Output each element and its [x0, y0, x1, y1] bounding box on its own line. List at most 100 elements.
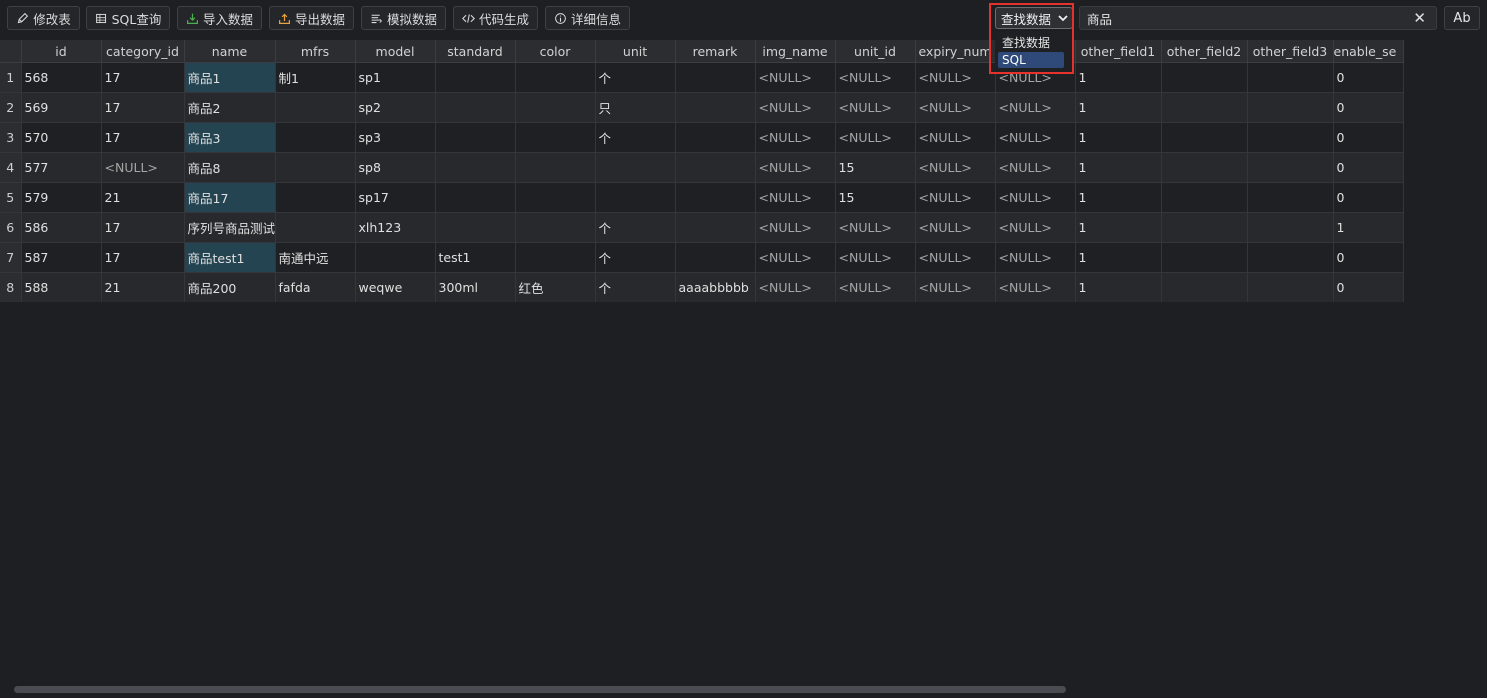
cell-img-name[interactable]: <NULL>: [755, 152, 836, 183]
cell-category-id[interactable]: <NULL>: [101, 152, 185, 183]
cell-enabled[interactable]: <NULL>: [995, 92, 1076, 123]
cell-enable-se[interactable]: 0: [1333, 242, 1404, 273]
row-number[interactable]: 5: [0, 182, 22, 213]
cell-standard[interactable]: [435, 62, 516, 93]
cell-other-field3[interactable]: [1247, 272, 1334, 302]
dropdown-option-sql[interactable]: SQL: [998, 52, 1064, 68]
cell-unit-id[interactable]: <NULL>: [835, 212, 916, 243]
cell-enabled[interactable]: <NULL>: [995, 122, 1076, 153]
row-number[interactable]: 8: [0, 272, 22, 302]
cell-other-field1[interactable]: 1: [1075, 152, 1162, 183]
cell-other-field3[interactable]: [1247, 182, 1334, 213]
cell-color[interactable]: 红色: [515, 272, 596, 302]
cell-remark[interactable]: [675, 92, 756, 123]
column-header-model[interactable]: model: [355, 40, 436, 63]
cell-other-field3[interactable]: [1247, 242, 1334, 273]
cell-id[interactable]: 579: [21, 182, 102, 213]
table-row[interactable]: 2 569 17 商品2 sp2 只 <NULL> <NULL> <NULL> <NULL> 1 0: [0, 92, 1404, 123]
column-header-expiry-num[interactable]: expiry_num: [915, 40, 996, 63]
cell-unit[interactable]: 个: [595, 212, 676, 243]
cell-enable-se[interactable]: 0: [1333, 122, 1404, 153]
cell-expiry-num[interactable]: <NULL>: [915, 272, 996, 302]
cell-unit-id[interactable]: <NULL>: [835, 62, 916, 93]
cell-other-field2[interactable]: [1161, 212, 1248, 243]
cell-expiry-num[interactable]: <NULL>: [915, 62, 996, 93]
cell-img-name[interactable]: <NULL>: [755, 242, 836, 273]
cell-expiry-num[interactable]: <NULL>: [915, 212, 996, 243]
cell-category-id[interactable]: 17: [101, 212, 185, 243]
cell-name[interactable]: 商品3: [184, 122, 276, 153]
cell-img-name[interactable]: <NULL>: [755, 182, 836, 213]
cell-remark[interactable]: [675, 212, 756, 243]
cell-img-name[interactable]: <NULL>: [755, 62, 836, 93]
column-header-name[interactable]: name: [184, 40, 276, 63]
search-mode-select[interactable]: 查找数据: [995, 7, 1073, 29]
table-row[interactable]: 6 586 17 序列号商品测试 xlh123 个 <NULL> <NULL> <NULL> <N…: [0, 212, 1404, 243]
scrollbar-thumb[interactable]: [14, 686, 1066, 693]
column-header-img-name[interactable]: img_name: [755, 40, 836, 63]
cell-other-field1[interactable]: 1: [1075, 272, 1162, 302]
cell-remark[interactable]: [675, 62, 756, 93]
cell-unit-id[interactable]: <NULL>: [835, 92, 916, 123]
table-row[interactable]: 1 568 17 商品1 制1 sp1 个 <NULL> <NULL> <NULL> <NULL> 1…: [0, 62, 1404, 93]
column-header-other-field3[interactable]: other_field3: [1247, 40, 1334, 63]
cell-unit[interactable]: 个: [595, 122, 676, 153]
cell-enabled[interactable]: <NULL>: [995, 272, 1076, 302]
column-header-id[interactable]: id: [21, 40, 102, 63]
cell-standard[interactable]: [435, 212, 516, 243]
cell-category-id[interactable]: 17: [101, 242, 185, 273]
column-header-unit[interactable]: unit: [595, 40, 676, 63]
cell-other-field1[interactable]: 1: [1075, 122, 1162, 153]
cell-unit[interactable]: [595, 152, 676, 183]
cell-mfrs[interactable]: 南通中远: [275, 242, 356, 273]
cell-other-field2[interactable]: [1161, 122, 1248, 153]
column-header-unit-id[interactable]: unit_id: [835, 40, 916, 63]
cell-name[interactable]: 序列号商品测试: [184, 212, 276, 243]
cell-category-id[interactable]: 17: [101, 92, 185, 123]
cell-enable-se[interactable]: 1: [1333, 212, 1404, 243]
row-number[interactable]: 4: [0, 152, 22, 183]
cell-remark[interactable]: [675, 152, 756, 183]
cell-other-field3[interactable]: [1247, 92, 1334, 123]
cell-name[interactable]: 商品200: [184, 272, 276, 302]
cell-unit-id[interactable]: 15: [835, 182, 916, 213]
cell-name[interactable]: 商品8: [184, 152, 276, 183]
cell-category-id[interactable]: 17: [101, 122, 185, 153]
cell-model[interactable]: sp1: [355, 62, 436, 93]
data-grid[interactable]: id category_id name mfrs model standard color u…: [0, 40, 1487, 302]
row-number[interactable]: 6: [0, 212, 22, 243]
row-number[interactable]: 7: [0, 242, 22, 273]
cell-color[interactable]: [515, 242, 596, 273]
cell-img-name[interactable]: <NULL>: [755, 272, 836, 302]
cell-color[interactable]: [515, 152, 596, 183]
cell-enabled[interactable]: <NULL>: [995, 182, 1076, 213]
cell-unit[interactable]: 只: [595, 92, 676, 123]
export-data-button[interactable]: 导出数据: [269, 6, 354, 30]
cell-expiry-num[interactable]: <NULL>: [915, 152, 996, 183]
cell-standard[interactable]: [435, 182, 516, 213]
row-number[interactable]: 2: [0, 92, 22, 123]
cell-other-field3[interactable]: [1247, 62, 1334, 93]
cell-other-field1[interactable]: 1: [1075, 182, 1162, 213]
cell-remark[interactable]: [675, 122, 756, 153]
cell-model[interactable]: sp3: [355, 122, 436, 153]
cell-standard[interactable]: 300ml: [435, 272, 516, 302]
column-header-category-id[interactable]: category_id: [101, 40, 185, 63]
table-row[interactable]: 7 587 17 商品test1 南通中远 test1 个 <NULL> <NULL> <NULL…: [0, 242, 1404, 273]
cell-expiry-num[interactable]: <NULL>: [915, 242, 996, 273]
cell-color[interactable]: [515, 182, 596, 213]
table-row[interactable]: 4 577 <NULL> 商品8 sp8 <NULL> 15 <NULL> <NULL> 1 0: [0, 152, 1404, 183]
column-header-enable-se[interactable]: enable_se: [1333, 40, 1404, 63]
cell-other-field2[interactable]: [1161, 62, 1248, 93]
cell-unit[interactable]: [595, 182, 676, 213]
cell-other-field1[interactable]: 1: [1075, 242, 1162, 273]
cell-standard[interactable]: test1: [435, 242, 516, 273]
detail-info-button[interactable]: 详细信息: [545, 6, 630, 30]
cell-other-field1[interactable]: 1: [1075, 92, 1162, 123]
row-number[interactable]: 1: [0, 62, 22, 93]
column-header-other-field2[interactable]: other_field2: [1161, 40, 1248, 63]
column-header-other-field1[interactable]: other_field1: [1075, 40, 1162, 63]
cell-color[interactable]: [515, 92, 596, 123]
cell-model[interactable]: [355, 242, 436, 273]
cell-category-id[interactable]: 17: [101, 62, 185, 93]
